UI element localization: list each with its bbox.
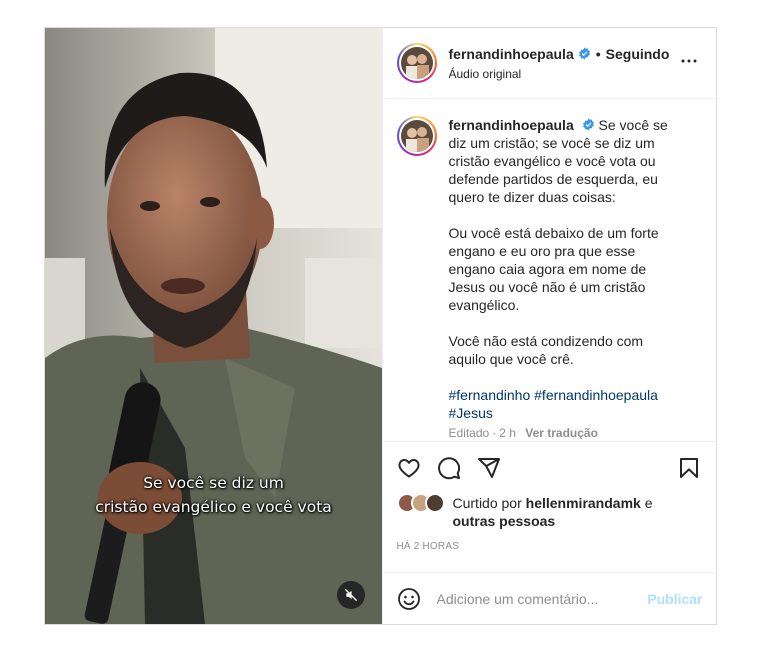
heart-icon[interactable] — [397, 456, 421, 480]
post-actions-section: Curtido por hellenmirandamk e outras pes… — [382, 441, 717, 552]
other-likers-link[interactable]: outras pessoas — [453, 513, 556, 529]
caption-author-avatar[interactable] — [396, 116, 437, 156]
post-header: fernandinhoepaula • Seguindo Áudio origi… — [382, 28, 716, 99]
likes-connector: e — [644, 495, 653, 511]
caption-username[interactable]: fernandinhoepaula — [449, 117, 574, 133]
avatar-image — [400, 120, 433, 152]
hashtag-link[interactable]: #fernandinho — [449, 387, 531, 403]
caption-paragraph-2: Ou você está debaixo de um forte engano … — [448, 225, 659, 313]
speaker-muted-icon — [345, 589, 357, 601]
more-options-button[interactable] — [680, 52, 698, 75]
audio-label[interactable]: Áudio original — [449, 67, 670, 81]
mute-button[interactable] — [337, 581, 365, 609]
author-avatar[interactable] — [396, 43, 437, 83]
video-subtitle-line-2: cristão evangélico e você vota — [95, 498, 332, 516]
caption-meta: Editado · 2 h Ver tradução — [448, 426, 598, 439]
comment-bubble-icon[interactable] — [437, 456, 461, 480]
emoji-icon[interactable] — [397, 587, 421, 611]
likes-summary: Curtido por hellenmirandamk e outras pes… — [383, 493, 717, 530]
more-options-icon — [681, 59, 697, 63]
liker-avatars[interactable] — [396, 493, 449, 513]
comment-bar: Publicar — [382, 572, 717, 624]
instagram-post: Se você se diz um cristão evangélico e v… — [44, 27, 717, 625]
liked-by-label: Curtido por — [452, 495, 522, 511]
see-translation-link[interactable]: Ver tradução — [525, 426, 598, 439]
bookmark-icon[interactable] — [677, 456, 701, 480]
edited-time: 2 h — [499, 426, 516, 439]
hashtag-link[interactable]: #fernandinhoepaula — [534, 387, 658, 403]
post-side-panel: fernandinhoepaula • Seguindo Áudio origi… — [381, 28, 717, 624]
publish-button[interactable]: Publicar — [647, 591, 702, 607]
video-frame — [45, 28, 382, 624]
avatar-image — [400, 47, 433, 79]
edited-label: Editado — [448, 426, 490, 439]
verified-badge-icon — [582, 118, 595, 131]
following-button[interactable]: Seguindo — [606, 46, 670, 62]
author-username[interactable]: fernandinhoepaula — [449, 46, 574, 62]
dot-separator: • — [595, 45, 601, 62]
action-bar — [383, 442, 717, 494]
post-timestamp[interactable]: HÁ 2 HORAS — [383, 541, 717, 552]
post-video[interactable]: Se você se diz um cristão evangélico e v… — [45, 28, 382, 624]
hashtag-link[interactable]: #Jesus — [449, 405, 493, 421]
paper-plane-icon[interactable] — [477, 456, 501, 480]
liker-username[interactable]: hellenmirandamk — [526, 495, 641, 511]
caption-text: fernandinhoepaula Se você se diz um cris… — [449, 116, 671, 439]
caption-section: fernandinhoepaula Se você se diz um cris… — [383, 99, 717, 439]
caption-paragraph-3: Você não está condizendo com aquilo que … — [448, 333, 644, 367]
video-subtitle-line-1: Se você se diz um — [143, 474, 284, 492]
verified-badge-icon — [578, 47, 591, 60]
comment-input[interactable] — [436, 590, 637, 607]
